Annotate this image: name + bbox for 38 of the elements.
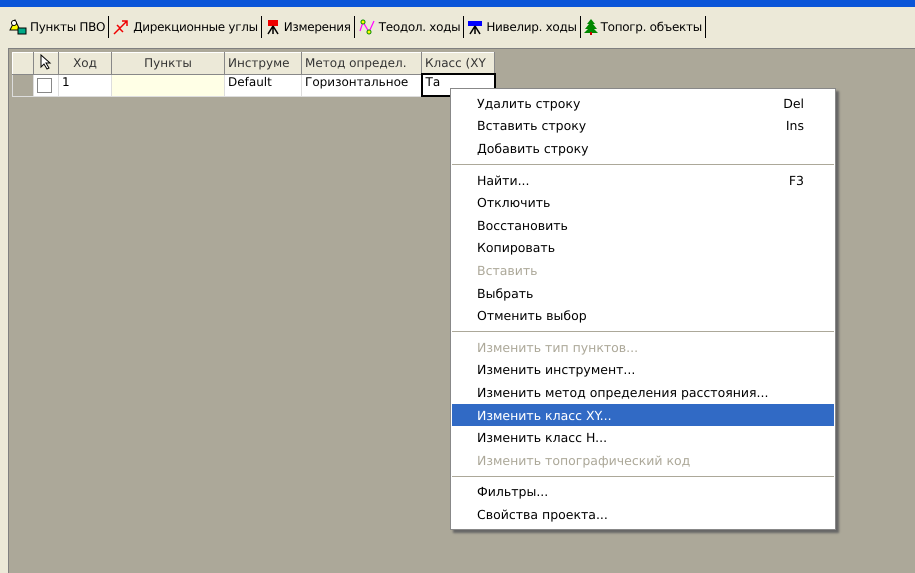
- warning-triangle-icon: [9, 19, 27, 35]
- menu-item[interactable]: Изменить метод определения расстояния...: [452, 381, 834, 404]
- shortcut-label: F3: [788, 172, 804, 188]
- tab[interactable]: Теодол. ходы: [354, 16, 464, 38]
- table-cell: Default: [224, 74, 302, 96]
- tripod-icon: [264, 19, 281, 35]
- column-header[interactable]: Класс (XY: [422, 52, 494, 74]
- column-header[interactable]: Ход: [58, 52, 112, 74]
- table-cell: 1: [58, 74, 112, 96]
- menu-item[interactable]: Изменить класс H...: [452, 426, 834, 449]
- menu-item[interactable]: Восстановить: [452, 214, 834, 237]
- tree-icon: [584, 19, 598, 35]
- menu-item[interactable]: Найти... F3: [452, 168, 834, 192]
- column-header[interactable]: Метод определ.: [302, 52, 422, 74]
- tab[interactable]: Измерения: [262, 16, 355, 38]
- menu-item[interactable]: Добавить строку: [452, 137, 834, 160]
- menu-item[interactable]: Изменить класс XY...: [452, 404, 834, 426]
- table-cell: Горизонтальное: [302, 74, 422, 96]
- menu-item[interactable]: Отключить: [452, 191, 834, 214]
- tripod-icon: [467, 19, 484, 35]
- menu-item[interactable]: Вставить строку Ins: [452, 114, 834, 138]
- shortcut-label: Del: [783, 96, 804, 111]
- tab[interactable]: Топогр. объекты: [580, 16, 706, 38]
- tab[interactable]: Пункты ПВО: [6, 16, 110, 38]
- column-header[interactable]: Инструме: [224, 52, 302, 74]
- column-header[interactable]: Пункты: [112, 52, 224, 74]
- tab[interactable]: Дирекционные углы: [109, 16, 262, 38]
- menu-item[interactable]: Свойства проекта...: [452, 503, 834, 526]
- menu-item[interactable]: Копировать: [452, 236, 834, 260]
- arrow-icon: [112, 19, 130, 35]
- menu-item[interactable]: Изменить инструмент...: [452, 358, 834, 382]
- row-checkbox[interactable]: [37, 78, 52, 92]
- menu-item[interactable]: Фильтры...: [452, 480, 834, 504]
- shortcut-label: Ins: [786, 118, 804, 134]
- menu-item[interactable]: Выбрать: [452, 282, 834, 304]
- polyline-icon: [358, 19, 376, 35]
- tab[interactable]: Нивелир. ходы: [464, 16, 581, 38]
- menu-item[interactable]: Отменить выбор: [452, 304, 834, 327]
